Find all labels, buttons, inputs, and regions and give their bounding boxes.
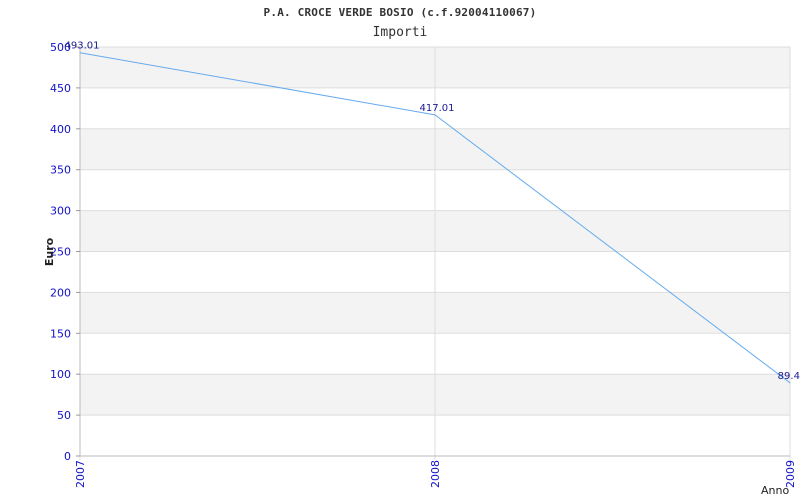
x-axis-label: Anno [761,484,789,497]
line-chart: 050100150200250300350400450500 2007 2008 2… [43,41,800,497]
y-tick-label: 150 [50,327,71,340]
data-label: 89.42 [778,371,800,382]
data-point [789,382,791,384]
y-tick-label: 0 [64,450,71,463]
data-label: 493.01 [65,41,100,52]
y-tick-label: 300 [50,205,71,218]
y-tick-label: 200 [50,286,71,299]
data-label: 417.01 [420,103,455,114]
y-tick-label: 400 [50,123,71,136]
x-tick-label: 2008 [429,460,442,488]
y-tick-label: 50 [57,409,71,422]
data-point [434,114,436,116]
y-tick-label: 100 [50,368,71,381]
data-point [79,52,81,54]
y-axis-label: Euro [43,237,56,266]
x-ticks: 2007 2008 2009 [74,460,797,488]
x-tick-label: 2007 [74,460,87,488]
y-tick-label: 450 [50,82,71,95]
y-tick-label: 350 [50,164,71,177]
